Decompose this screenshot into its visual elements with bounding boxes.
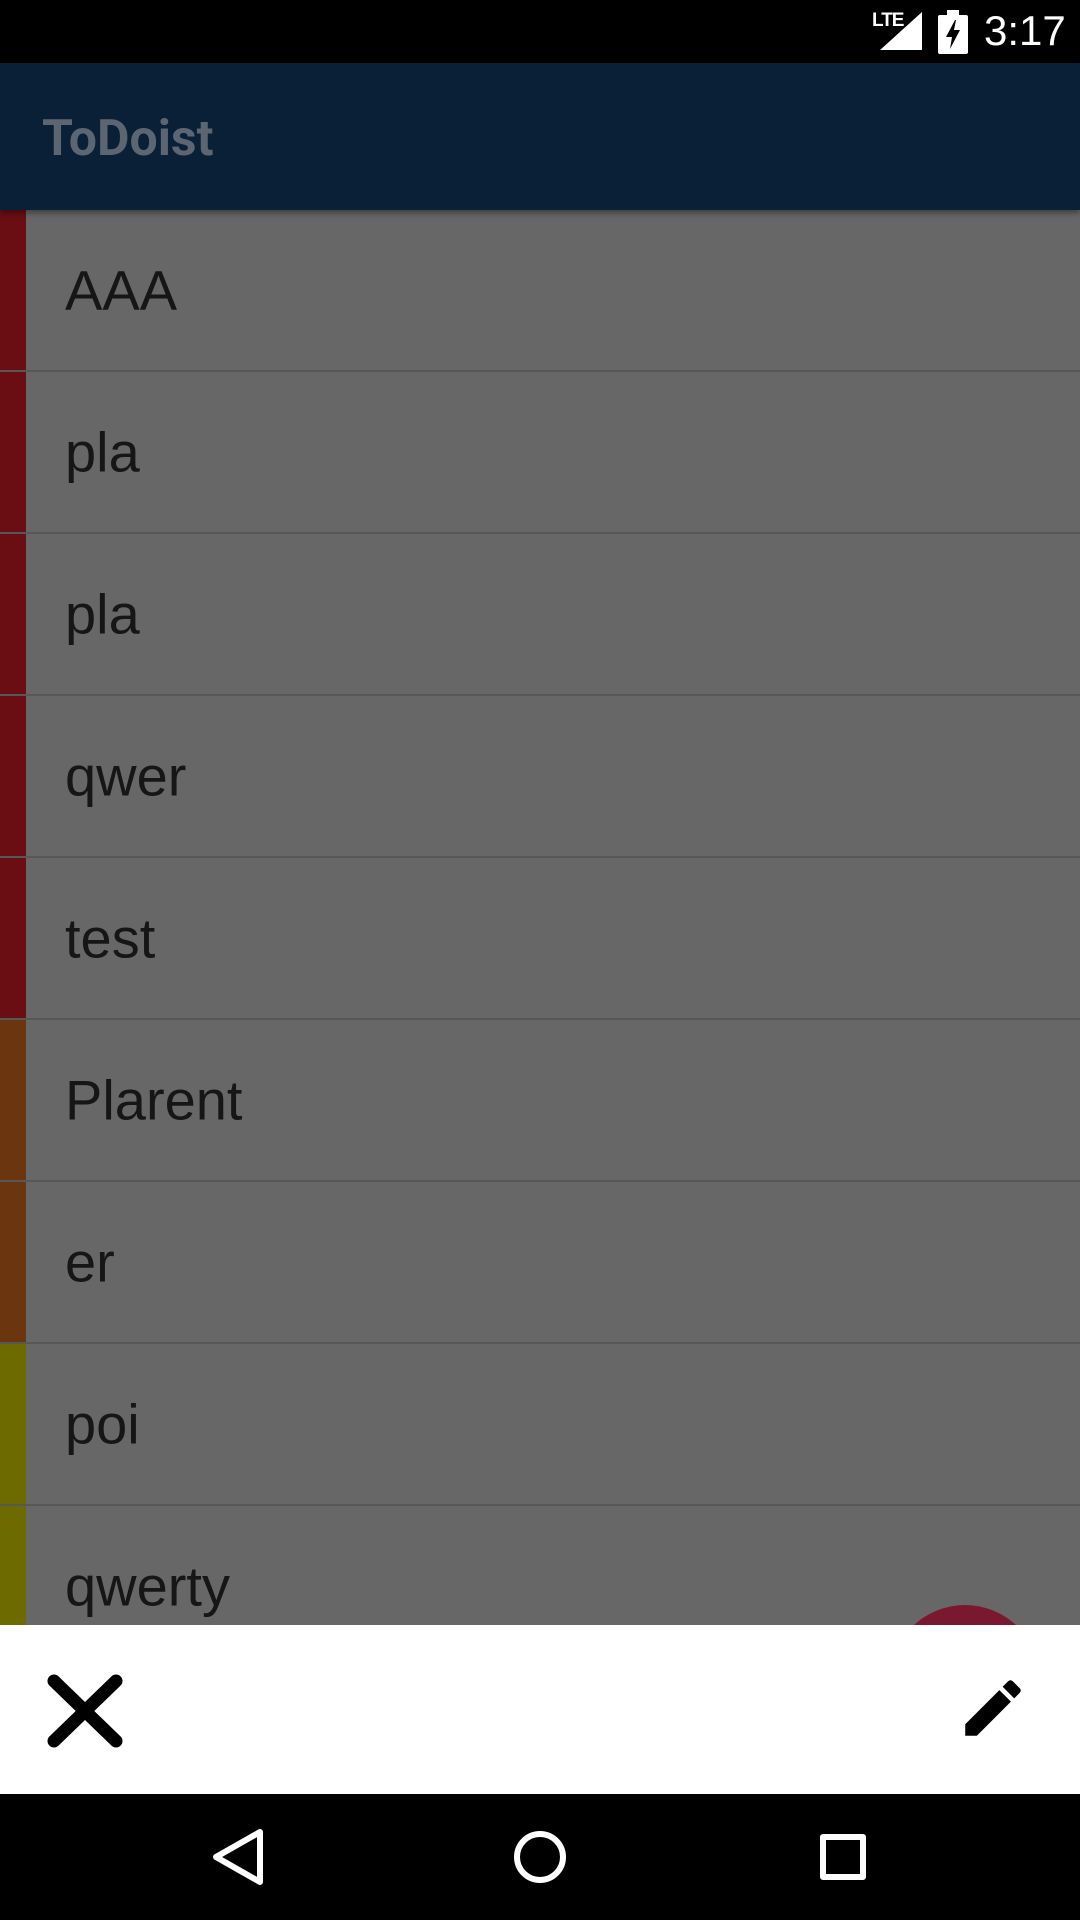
task-label: qwer	[65, 744, 187, 808]
screen: LTE 3:17 ToDoist AAA pla pla qwer test P…	[0, 0, 1080, 1920]
task-label: qwerty	[65, 1554, 230, 1618]
task-row[interactable]: Plarent	[0, 1020, 1080, 1182]
task-row[interactable]: qwerty	[0, 1506, 1080, 1625]
task-row[interactable]: er	[0, 1182, 1080, 1344]
signal-icon	[880, 12, 922, 50]
task-label: pla	[65, 582, 140, 646]
task-label: er	[65, 1230, 115, 1294]
task-row[interactable]: pla	[0, 372, 1080, 534]
app-bar: ToDoist	[0, 63, 1080, 210]
task-label: pla	[65, 420, 140, 484]
task-row[interactable]: AAA	[0, 210, 1080, 372]
task-label: test	[65, 906, 156, 970]
status-clock: 3:17	[984, 7, 1066, 54]
task-label: Plarent	[65, 1068, 243, 1132]
task-label: poi	[65, 1392, 140, 1456]
task-row[interactable]: qwer	[0, 696, 1080, 858]
back-triangle-icon	[213, 1829, 263, 1885]
priority-indicator	[0, 1344, 26, 1504]
battery-charging-icon	[938, 10, 968, 54]
priority-indicator	[0, 534, 26, 694]
recents-button[interactable]	[808, 1822, 878, 1892]
pencil-icon	[965, 1680, 1021, 1736]
recents-square-icon	[820, 1834, 866, 1880]
home-button[interactable]	[505, 1822, 575, 1892]
priority-indicator	[0, 696, 26, 856]
priority-indicator	[0, 372, 26, 532]
priority-indicator	[0, 1182, 26, 1342]
close-icon	[47, 1674, 123, 1748]
priority-indicator	[0, 858, 26, 1018]
status-bar: LTE 3:17	[0, 0, 1080, 63]
action-sheet	[0, 1625, 1080, 1794]
priority-indicator	[0, 1020, 26, 1180]
priority-indicator	[0, 1506, 26, 1625]
edit-button[interactable]	[956, 1671, 1030, 1745]
task-row[interactable]: poi	[0, 1344, 1080, 1506]
navigation-bar	[0, 1794, 1080, 1920]
close-button[interactable]	[40, 1671, 130, 1751]
home-circle-icon	[514, 1831, 566, 1883]
priority-indicator	[0, 210, 26, 370]
task-row[interactable]: pla	[0, 534, 1080, 696]
task-list: AAA pla pla qwer test Plarent er poi qwe…	[0, 210, 1080, 1625]
back-button[interactable]	[202, 1822, 272, 1892]
task-row[interactable]: test	[0, 858, 1080, 1020]
app-title: ToDoist	[42, 110, 214, 168]
task-label: AAA	[65, 258, 178, 322]
